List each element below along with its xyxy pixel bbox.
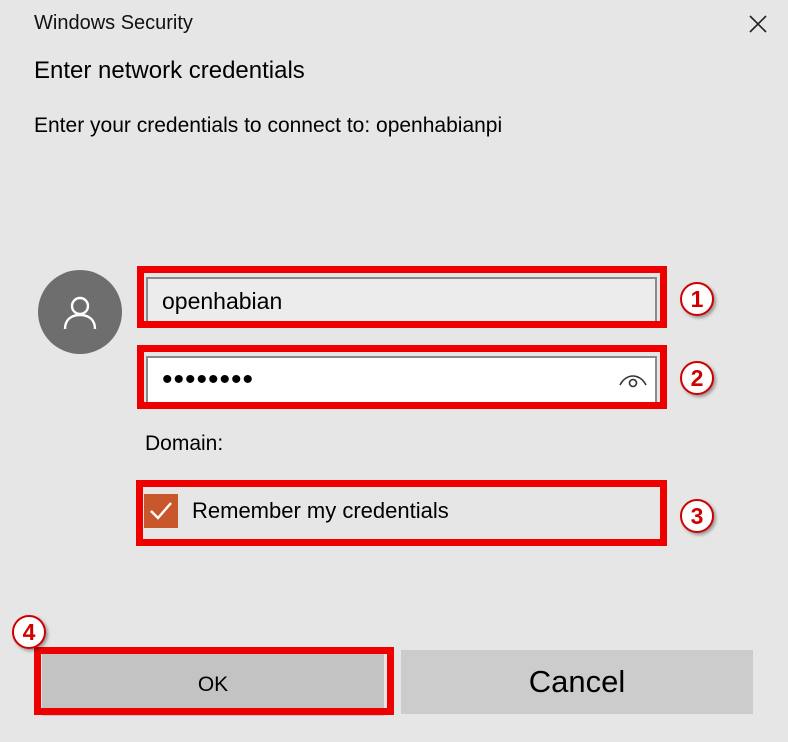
close-icon [749,15,767,33]
username-input[interactable] [146,277,657,325]
reveal-password-button[interactable] [618,366,648,394]
checkbox-box[interactable] [144,494,178,528]
user-icon [63,296,97,330]
cancel-button[interactable]: Cancel [401,650,753,714]
remember-credentials-label: Remember my credentials [192,498,449,523]
callout-1: 1 [680,282,714,316]
domain-label: Domain: [145,432,224,455]
avatar [38,270,122,354]
callout-2: 2 [680,361,714,395]
password-input[interactable] [146,356,657,404]
callout-4: 4 [12,615,46,649]
dialog-subtext: Enter your credentials to connect to: op… [34,114,503,137]
checkmark-icon [150,502,172,520]
eye-icon [619,375,647,388]
close-button[interactable] [744,10,772,38]
ok-button[interactable]: OK [42,654,384,716]
remember-credentials-checkbox[interactable]: Remember my credentials [144,494,449,528]
callout-3: 3 [680,499,714,533]
dialog-heading: Enter network credentials [34,57,305,84]
window-title: Windows Security [34,12,193,34]
password-field-wrapper [146,356,657,404]
